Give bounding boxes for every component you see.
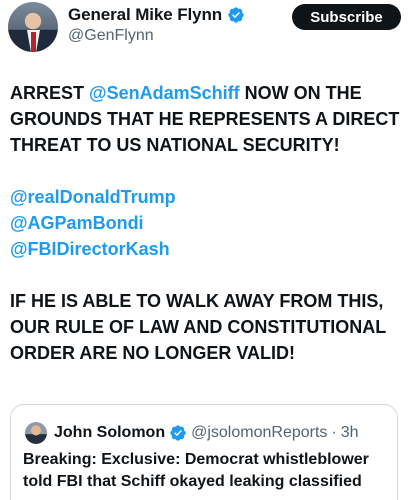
- mention-link[interactable]: @FBIDirectorKash: [10, 236, 406, 262]
- tweet-paragraph-1: ARREST @SenAdamSchiff NOW ON THE GROUNDS…: [10, 80, 406, 158]
- quoted-author-avatar[interactable]: [25, 422, 47, 444]
- tweet-paragraph-2: @realDonaldTrump @AGPamBondi @FBIDirecto…: [10, 184, 406, 262]
- time-separator: ·: [331, 424, 337, 441]
- tweet-text-segment: ARREST: [10, 83, 90, 103]
- verified-badge-icon: [228, 7, 244, 23]
- verified-badge-icon: [170, 425, 186, 441]
- quoted-author-name[interactable]: John Solomon: [54, 424, 165, 442]
- quoted-tweet-card[interactable]: John Solomon @jsolomonReports · 3h Break…: [10, 404, 398, 500]
- mention-link[interactable]: @realDonaldTrump: [10, 184, 406, 210]
- author-display-name[interactable]: General Mike Flynn: [68, 5, 222, 25]
- mention-link[interactable]: @SenAdamSchiff: [89, 83, 240, 103]
- quoted-tweet-time[interactable]: 3h: [341, 424, 359, 442]
- subscribe-button[interactable]: Subscribe: [292, 4, 401, 30]
- tweet-body: ARREST @SenAdamSchiff NOW ON THE GROUNDS…: [10, 80, 406, 392]
- quoted-tweet-text: Breaking: Exclusive: Democrat whistleblo…: [23, 451, 369, 490]
- author-avatar[interactable]: [8, 2, 58, 52]
- author-name-row: General Mike Flynn: [68, 5, 245, 25]
- quoted-tweet-header: John Solomon @jsolomonReports · 3h: [25, 422, 359, 444]
- author-handle[interactable]: @GenFlynn: [68, 27, 154, 45]
- tweet-paragraph-3: IF HE IS ABLE TO WALK AWAY FROM THIS, OU…: [10, 291, 386, 363]
- avatar-tie: [31, 32, 36, 52]
- mention-link[interactable]: @AGPamBondi: [10, 210, 406, 236]
- quoted-author-handle[interactable]: @jsolomonReports: [191, 424, 327, 442]
